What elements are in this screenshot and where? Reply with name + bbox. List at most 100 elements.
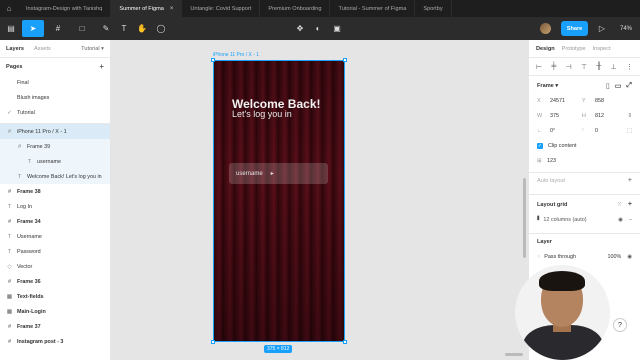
x-input[interactable]: 24571 xyxy=(550,98,565,104)
remove-grid-icon[interactable]: − xyxy=(629,217,632,223)
layer-item[interactable]: ◇ Vector xyxy=(0,259,110,274)
align-bottom-icon[interactable]: ⊥ xyxy=(611,63,617,71)
frame-title[interactable]: Frame ▾ xyxy=(537,83,558,89)
shape-tool-icon[interactable]: □ xyxy=(72,20,92,37)
page-item[interactable]: Blush images xyxy=(0,90,110,105)
align-middle-icon[interactable]: ╫ xyxy=(596,63,601,70)
close-tab-icon[interactable]: × xyxy=(170,6,174,12)
tab-layers[interactable]: Layers xyxy=(6,46,24,52)
resize-handle[interactable] xyxy=(211,58,215,62)
text-tool-icon[interactable]: T xyxy=(118,20,130,37)
h-input[interactable]: 812 xyxy=(595,113,604,119)
username-placeholder: username xyxy=(236,170,263,177)
file-tab[interactable]: Tutorial - Summer of Figma xyxy=(330,0,416,17)
layer-item[interactable]: T Username xyxy=(0,229,110,244)
layer-item[interactable]: # iPhone 11 Pro / X - 1 xyxy=(0,124,110,139)
align-top-icon[interactable]: ⊤ xyxy=(581,63,587,71)
resize-handle[interactable] xyxy=(211,340,215,344)
avatar[interactable] xyxy=(540,23,551,34)
layer-item[interactable]: # Frame 38 xyxy=(0,184,110,199)
layer-title: Layer xyxy=(537,238,552,245)
move-tool-icon[interactable]: ➤ xyxy=(22,20,44,37)
tab-prototype[interactable]: Prototype xyxy=(562,46,586,52)
align-right-icon[interactable]: ⊣ xyxy=(566,63,572,71)
main-menu-icon[interactable]: ▤ xyxy=(4,20,18,37)
y-input[interactable]: 858 xyxy=(595,98,604,104)
layer-eye-icon[interactable]: ◉ xyxy=(627,254,632,260)
layers-panel: Layers Assets Tutorial ▾ Pages + Final Bl… xyxy=(0,40,111,360)
grid-styles-icon[interactable]: ⁙ xyxy=(617,201,622,208)
layer-item[interactable]: # Instagram post - 3 xyxy=(0,334,110,349)
distribute-icon[interactable]: ⋮ xyxy=(626,63,633,71)
home-icon[interactable]: ⌂ xyxy=(0,0,18,17)
iphone-frame[interactable]: Welcome Back! Let's log you in username … xyxy=(213,60,345,342)
share-button[interactable]: Share xyxy=(561,21,588,36)
frame-tool-icon[interactable]: # xyxy=(48,20,68,37)
tab-assets[interactable]: Assets xyxy=(34,46,51,52)
divider xyxy=(529,194,640,195)
page-selector[interactable]: Tutorial ▾ xyxy=(81,46,104,52)
file-tab[interactable]: Untangle: Covid Support xyxy=(182,0,261,17)
tab-design[interactable]: Design xyxy=(536,46,555,52)
align-left-icon[interactable]: ⊢ xyxy=(536,63,542,71)
layer-item[interactable]: ▦ Text-fields xyxy=(0,289,110,304)
resize-handle[interactable] xyxy=(343,340,347,344)
layer-item[interactable]: # Frame 34 xyxy=(0,214,110,229)
add-page-icon[interactable]: + xyxy=(99,62,104,71)
page-item[interactable]: Final xyxy=(0,75,110,90)
page-item[interactable]: ✓ Tutorial xyxy=(0,105,110,120)
username-field[interactable]: username ▸ xyxy=(229,163,328,184)
comment-tool-icon[interactable]: ◯ xyxy=(154,20,168,37)
layer-item[interactable]: # Frame 39 xyxy=(0,139,110,154)
component-icon[interactable]: ✥ xyxy=(294,20,306,37)
landscape-icon[interactable]: ▭ xyxy=(615,82,622,90)
columns-icon[interactable]: ⦀ xyxy=(537,216,539,223)
pen-tool-icon[interactable]: ✎ xyxy=(96,20,116,37)
add-grid-icon[interactable]: + xyxy=(628,201,632,208)
auto-layout-title: Auto layout xyxy=(537,177,565,184)
canvas[interactable]: iPhone 11 Pro / X - 1 Welcome Back! Let'… xyxy=(111,40,528,360)
grid-size-input[interactable]: 123 xyxy=(547,158,556,164)
clip-content-row[interactable]: ✓ Clip content xyxy=(529,138,640,153)
radius-input[interactable]: 0 xyxy=(595,128,598,134)
checkbox-icon[interactable]: ✓ xyxy=(537,142,543,149)
layer-item[interactable]: # Frame 36 xyxy=(0,274,110,289)
file-tab[interactable]: Summer of Figma × xyxy=(111,0,183,17)
resize-to-fit-icon[interactable]: ⤢ xyxy=(626,82,632,90)
file-tab[interactable]: Sportby xyxy=(415,0,452,17)
boolean-icon[interactable]: ▣ xyxy=(330,20,344,37)
layer-item[interactable]: # Frame 37 xyxy=(0,319,110,334)
file-tab-label: Untangle: Covid Support xyxy=(190,5,252,12)
zoom-level[interactable]: 74% xyxy=(616,20,636,37)
help-icon[interactable]: ? xyxy=(613,318,627,332)
layer-item[interactable]: ▦ Main-Login xyxy=(0,304,110,319)
horizontal-scrollbar[interactable] xyxy=(505,353,523,356)
vertical-scrollbar[interactable] xyxy=(523,178,526,258)
layer-item[interactable]: Tusername xyxy=(0,154,110,169)
layer-item[interactable]: T Welcome Back! Let's log you in xyxy=(0,169,110,184)
cursor-icon: ▸ xyxy=(270,171,274,177)
tab-inspect[interactable]: Inspect xyxy=(593,46,611,52)
file-tab[interactable]: Instagram-Design with Tanishq xyxy=(18,0,112,17)
frame-label[interactable]: iPhone 11 Pro / X - 1 xyxy=(213,52,259,58)
blend-mode[interactable]: Pass through xyxy=(544,254,576,260)
opacity-input[interactable]: 100% xyxy=(607,254,621,260)
rotation-input[interactable]: 0° xyxy=(550,128,555,134)
file-tab[interactable]: Premium Onboarding xyxy=(260,0,331,17)
constrain-proportions-icon[interactable]: ⇕ xyxy=(627,113,632,119)
w-input[interactable]: 375 xyxy=(550,113,559,119)
layer-item[interactable]: T Log In xyxy=(0,199,110,214)
grid-value[interactable]: 12 columns (auto) xyxy=(543,217,586,223)
add-auto-layout-icon[interactable]: + xyxy=(628,177,632,184)
mask-icon[interactable]: ◐ xyxy=(312,20,324,37)
layer-item[interactable]: T Password xyxy=(0,244,110,259)
welcome-subtitle[interactable]: Let's log you in xyxy=(232,109,292,119)
eye-icon[interactable]: ◉ xyxy=(618,217,623,223)
hand-tool-icon[interactable]: ✋ xyxy=(135,20,149,37)
resize-handle[interactable] xyxy=(343,58,347,62)
present-icon[interactable]: ▷ xyxy=(597,20,607,37)
text-layer-icon: T xyxy=(27,158,32,165)
portrait-icon[interactable]: ▯ xyxy=(606,82,610,90)
align-center-h-icon[interactable]: ╪ xyxy=(551,63,556,70)
independent-corners-icon[interactable]: ⬚ xyxy=(627,128,632,134)
